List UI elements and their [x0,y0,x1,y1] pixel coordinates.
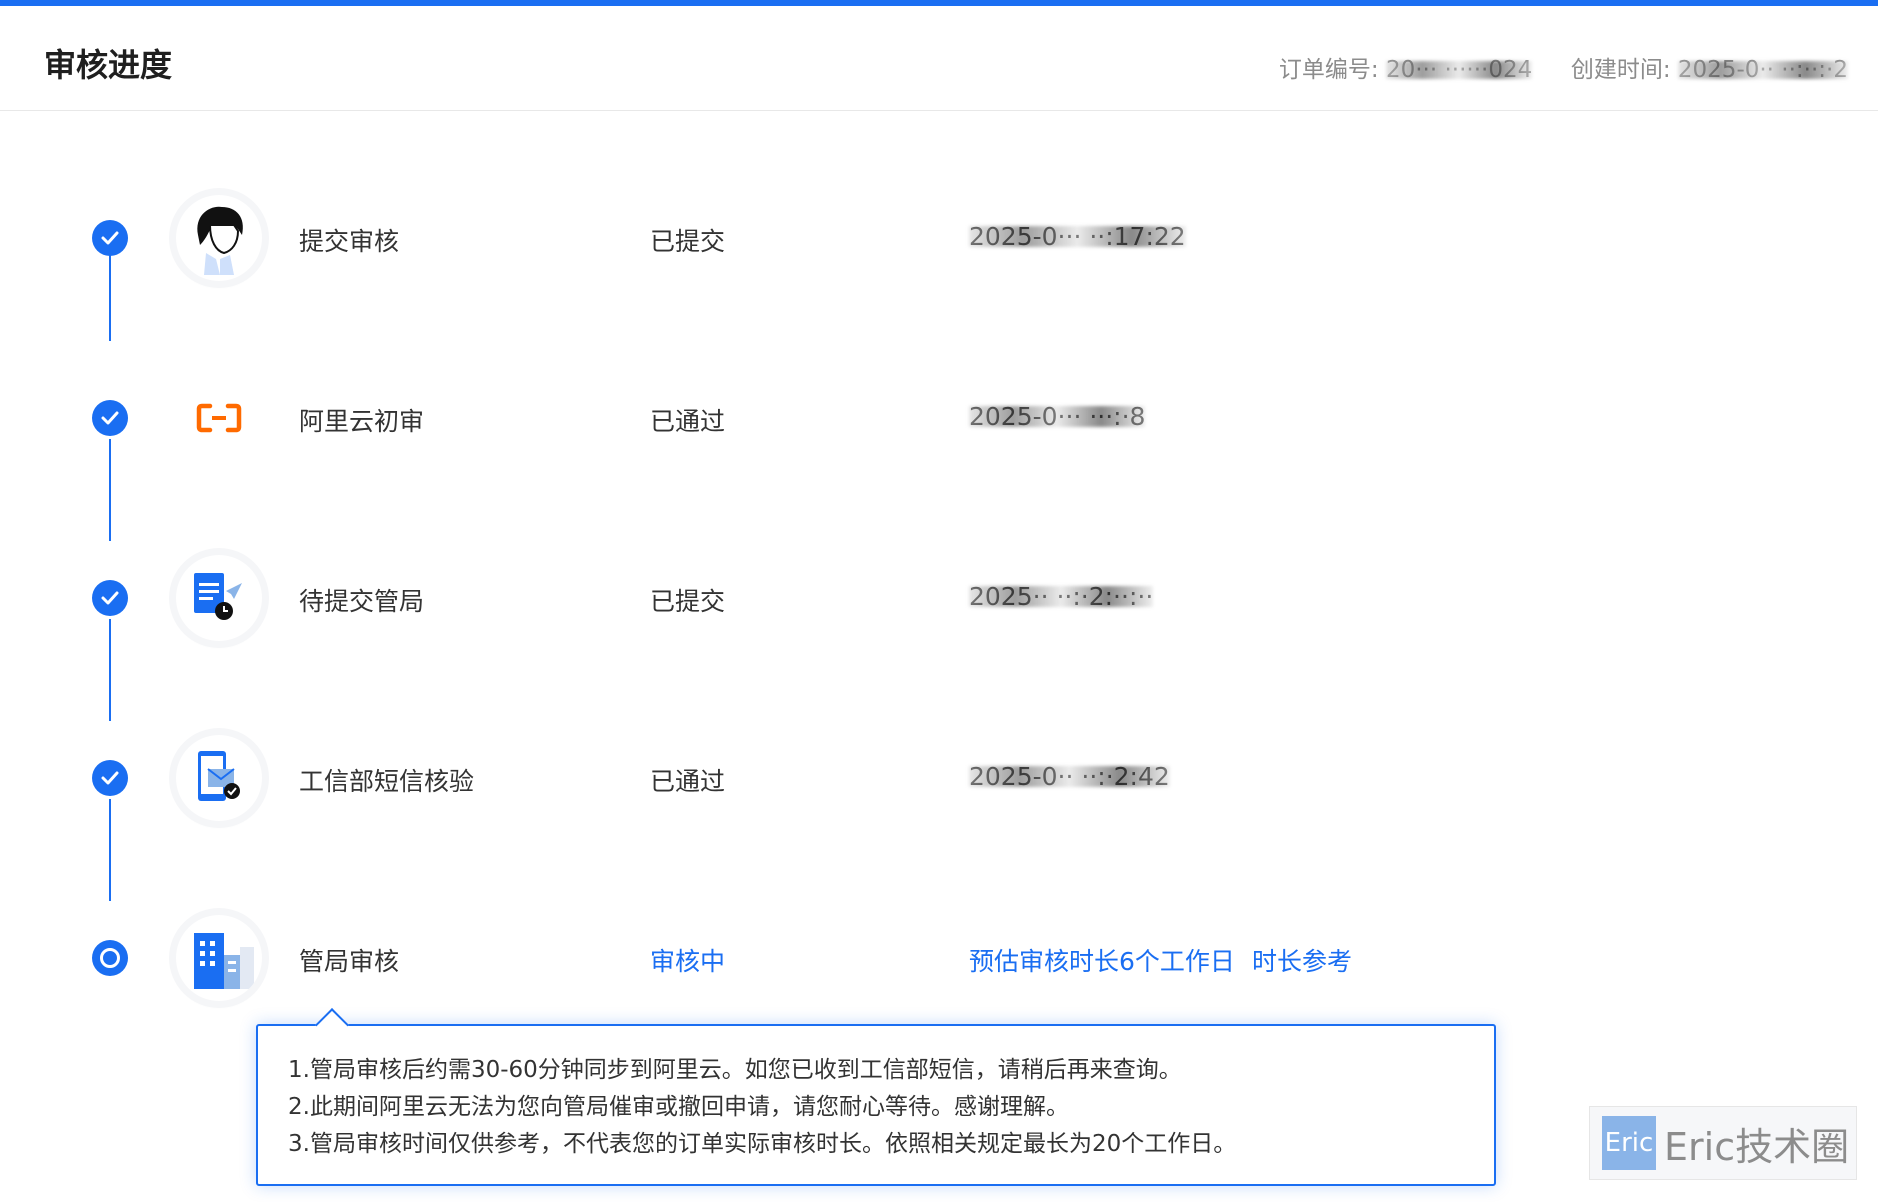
check-circle-icon [92,400,128,436]
step-status: 审核中 [650,947,726,976]
step-name: 管局审核 [299,947,400,976]
check-circle-icon [92,580,128,616]
step-sms-verify: 工信部短信核验 已通过 2025-0·· ··:·2:42 [0,729,1878,825]
tooltip-arrow [315,1008,349,1042]
aliyun-logo-icon [176,375,262,461]
check-circle-icon [92,760,128,796]
check-circle-icon [92,220,128,256]
order-number-label: 订单编号: [1278,57,1379,83]
step-submit: 提交审核 已提交 2025-0··· ··:17:22 [0,189,1878,285]
order-number-value: 20··· ······024 [1385,57,1533,83]
watermark-badge: Eric [1602,1116,1656,1170]
step-aliyun-review: 阿里云初审 已通过 2025-0··· ···:·8 [0,369,1878,465]
step-name: 阿里云初审 [299,407,425,436]
estimated-duration: 预估审核时长6个工作日 [969,947,1235,976]
step-status: 已通过 [650,407,726,436]
tooltip-line: 3.管局审核时间仅供参考，不代表您的订单实际审核时长。依照相关规定最长为20个工… [288,1131,1237,1157]
step-pending-bureau: 待提交管局 已提交 2025·· ··:·2:··:·· [0,549,1878,645]
page-header: 审核进度 订单编号: 20··· ······024 创建时间: 2025-0·… [0,6,1878,111]
tooltip-line: 1.管局审核后约需30-60分钟同步到阿里云。如您已收到工信部短信，请稍后再来查… [288,1057,1182,1083]
document-send-icon [176,555,262,641]
step-status: 已提交 [650,227,726,256]
building-icon [176,915,262,1001]
created-time-value: 2025-0·· ··:··:·2 [1677,57,1848,83]
step-name: 待提交管局 [299,587,425,616]
watermark-text: Eric技术圈 [1664,1124,1850,1169]
order-meta: 订单编号: 20··· ······024 创建时间: 2025-0·· ··:… [1279,50,1848,84]
step-time: 2025·· ··:·2:··:·· [969,582,1154,611]
step-status: 已提交 [650,587,726,616]
step-time: 2025-0··· ··:17:22 [969,222,1186,251]
step-bureau-review: 管局审核 审核中 预估审核时长6个工作日 时长参考 [0,909,1878,1005]
page-title: 审核进度 [44,46,173,84]
created-time-label: 创建时间: [1570,57,1671,83]
duration-reference-link[interactable]: 时长参考 [1252,942,1352,978]
step-name: 提交审核 [299,227,400,256]
step-name: 工信部短信核验 [299,767,475,796]
sms-verify-icon [176,735,262,821]
watermark: Eric Eric技术圈 [1589,1106,1857,1180]
user-avatar-icon [176,195,262,281]
step-status: 已通过 [650,767,726,796]
step-time: 2025-0·· ··:·2:42 [969,762,1170,791]
review-info-tooltip: 1.管局审核后约需30-60分钟同步到阿里云。如您已收到工信部短信，请稍后再来查… [256,1008,1496,1186]
step-time: 2025-0··· ···:·8 [969,402,1146,431]
in-progress-circle-icon [92,940,128,976]
tooltip-line: 2.此期间阿里云无法为您向管局催审或撤回申请，请您耐心等待。感谢理解。 [288,1094,1069,1120]
